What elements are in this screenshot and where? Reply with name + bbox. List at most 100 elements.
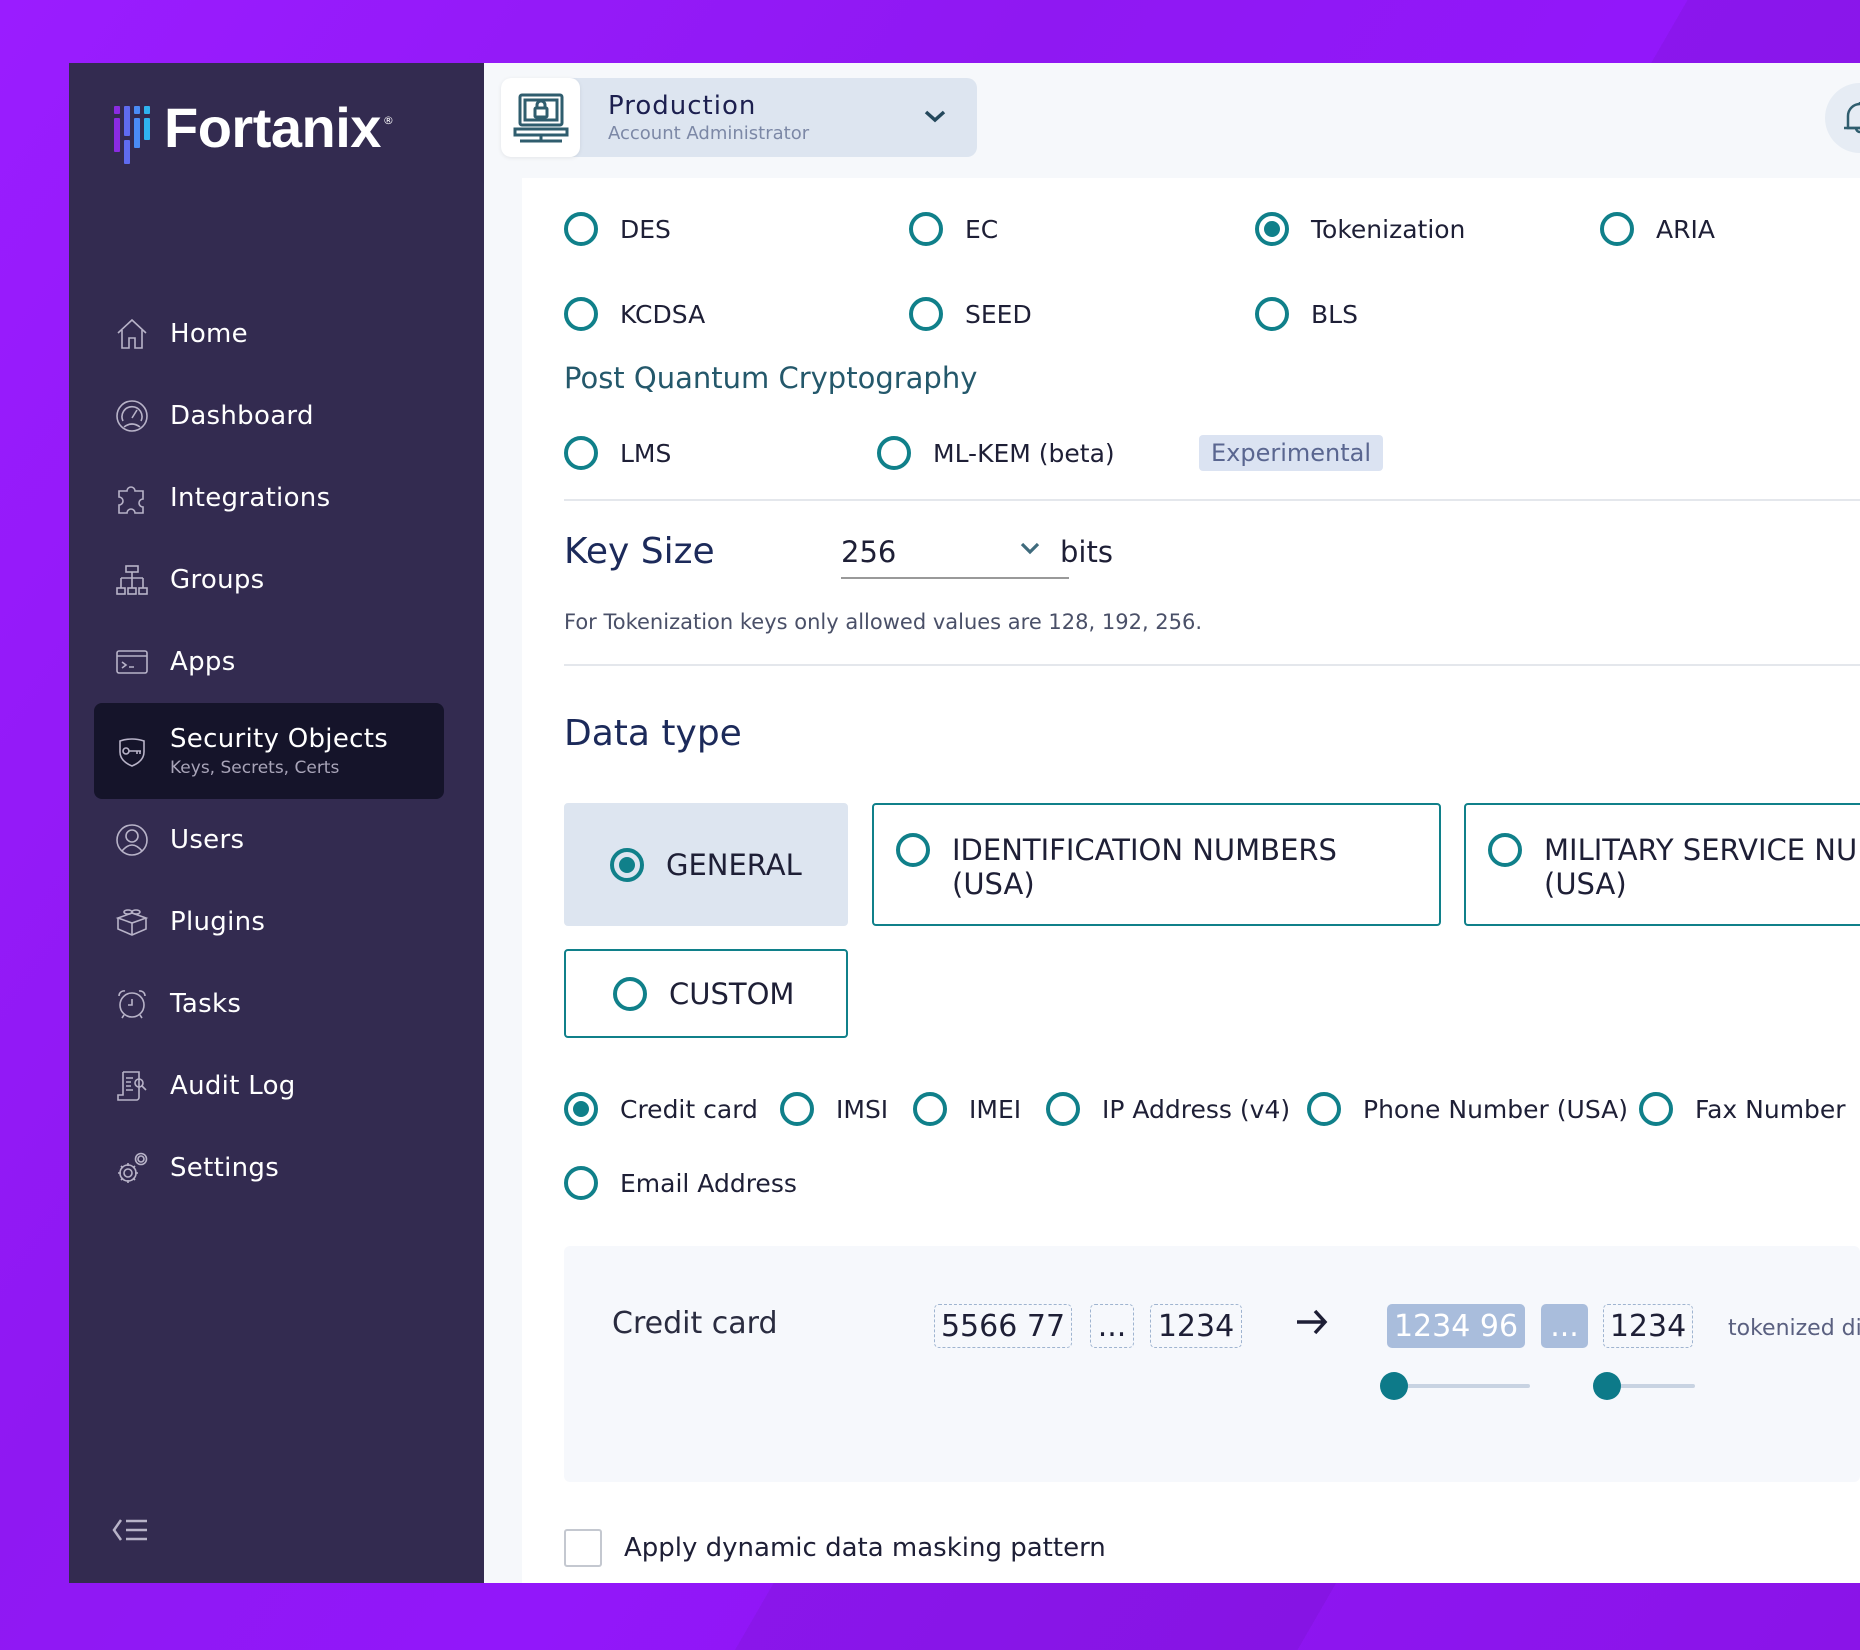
slider-thumb[interactable] [1593, 1372, 1621, 1400]
user-circle-icon [114, 822, 150, 858]
radio-icon [564, 297, 598, 331]
radio-icon [564, 436, 598, 470]
radio-icon [896, 833, 930, 867]
sidebar-item-label: Settings [170, 1153, 280, 1183]
key-type-radio-aria[interactable]: ARIA [1600, 212, 1715, 246]
collapse-sidebar-icon [112, 1519, 147, 1541]
gears-icon [114, 1150, 150, 1186]
sidebar-item-label: Dashboard [170, 401, 314, 431]
sidebar-item-label: Security Objects [170, 724, 389, 754]
key-type-radio-ec[interactable]: EC [909, 212, 998, 246]
format-radio-imei[interactable]: IMEI [913, 1092, 1021, 1126]
format-radio-email-address[interactable]: Email Address [564, 1166, 797, 1200]
radio-icon [1639, 1092, 1673, 1126]
data-type-card-general[interactable]: GENERAL [564, 803, 848, 926]
radio-icon [909, 212, 943, 246]
sidebar-item-home[interactable]: Home [94, 293, 444, 375]
divider [564, 499, 1860, 501]
terminal-window-icon [114, 644, 150, 680]
sidebar-item-dashboard[interactable]: Dashboard [94, 375, 444, 457]
registered-mark: ® [382, 114, 394, 127]
sidebar: Fortanix ® Home Dashboard Integrations G… [69, 63, 484, 1583]
notifications-button[interactable] [1825, 83, 1860, 153]
sidebar-item-groups[interactable]: Groups [94, 539, 444, 621]
divider [564, 664, 1860, 666]
key-type-radio-tokenization[interactable]: Tokenization [1255, 212, 1465, 246]
key-type-radio-seed[interactable]: SEED [909, 297, 1032, 331]
prefix-digits-slider[interactable] [1380, 1371, 1530, 1401]
pqc-radio-lms[interactable]: LMS [564, 436, 671, 470]
key-size-select[interactable]: 256 [841, 527, 1069, 579]
radio-icon [877, 436, 911, 470]
key-size-hint: For Tokenization keys only allowed value… [564, 610, 1203, 634]
tokenized-digits-note: tokenized dig [1728, 1316, 1860, 1341]
output-segment-prefix: 1234 96 [1387, 1304, 1525, 1348]
key-size-value: 256 [841, 535, 897, 569]
format-radio-credit-card[interactable]: Credit card [564, 1092, 758, 1126]
radio-icon [1046, 1092, 1080, 1126]
input-segment-ellipsis: ... [1090, 1304, 1134, 1348]
radio-icon [1255, 297, 1289, 331]
sidebar-item-users[interactable]: Users [94, 799, 444, 881]
radio-selected-icon [610, 847, 644, 882]
key-type-radio-bls[interactable]: BLS [1255, 297, 1358, 331]
create-key-form: DES EC Tokenization ARIA KCDSA SEED BLS … [522, 178, 1860, 1583]
sidebar-item-apps[interactable]: Apps [94, 621, 444, 703]
input-segment-prefix: 5566 77 [934, 1304, 1072, 1348]
bell-icon [1844, 102, 1860, 134]
sidebar-item-integrations[interactable]: Integrations [94, 457, 444, 539]
sidebar-item-label: Tasks [170, 989, 242, 1019]
output-segment-ellipsis: ... [1541, 1304, 1588, 1348]
format-radio-ip-address[interactable]: IP Address (v4) [1046, 1092, 1290, 1126]
key-type-radio-des[interactable]: DES [564, 212, 671, 246]
sidebar-item-security-objects[interactable]: Security Objects Keys, Secrets, Certs [94, 703, 444, 799]
alarm-clock-icon [114, 986, 150, 1022]
account-role: Account Administrator [608, 123, 810, 144]
content-gutter [484, 178, 522, 1583]
pqc-radio-ml-kem[interactable]: ML-KEM (beta) [877, 436, 1115, 470]
key-size-label: Key Size [564, 531, 715, 572]
radio-icon [1307, 1092, 1341, 1126]
sidebar-item-tasks[interactable]: Tasks [94, 963, 444, 1045]
radio-selected-icon [564, 1092, 598, 1126]
suffix-digits-slider[interactable] [1593, 1371, 1695, 1401]
chevron-down-icon [1019, 539, 1041, 561]
top-header: Production Account Administrator [484, 63, 1860, 178]
data-type-card-custom[interactable]: CUSTOM [564, 949, 848, 1038]
sidebar-item-label: Plugins [170, 907, 266, 937]
chevron-down-icon [923, 106, 947, 126]
radio-icon [909, 297, 943, 331]
format-radio-fax-number[interactable]: Fax Number [1639, 1092, 1846, 1126]
dashboard-gauge-icon [114, 398, 150, 434]
slider-track [1390, 1384, 1530, 1388]
fortanix-logo: Fortanix ® [114, 95, 394, 164]
radio-icon [780, 1092, 814, 1126]
puzzle-icon [114, 480, 150, 516]
sidebar-item-plugins[interactable]: Plugins [94, 881, 444, 963]
sidebar-nav: Home Dashboard Integrations Groups Apps [94, 293, 444, 1209]
shield-key-icon [114, 733, 150, 769]
preview-label: Credit card [612, 1306, 778, 1341]
data-type-card-identification-numbers[interactable]: IDENTIFICATION NUMBERS (USA) [872, 803, 1441, 926]
format-radio-phone-number[interactable]: Phone Number (USA) [1307, 1092, 1628, 1126]
slider-thumb[interactable] [1380, 1372, 1408, 1400]
sidebar-item-label: Groups [170, 565, 265, 595]
pqc-section-title: Post Quantum Cryptography [564, 361, 978, 395]
data-type-title: Data type [564, 713, 742, 754]
sidebar-item-label: Audit Log [170, 1071, 296, 1101]
home-icon [114, 316, 150, 352]
collapse-sidebar-button[interactable] [111, 1515, 151, 1545]
output-segment-suffix: 1234 [1603, 1304, 1693, 1348]
radio-icon [1600, 212, 1634, 246]
dynamic-masking-checkbox[interactable]: Apply dynamic data masking pattern [564, 1529, 1106, 1567]
checkbox-icon [564, 1529, 602, 1567]
data-type-card-military-service-numbers[interactable]: MILITARY SERVICE NUM (USA) [1464, 803, 1860, 926]
format-radio-imsi[interactable]: IMSI [780, 1092, 888, 1126]
account-switcher[interactable]: Production Account Administrator [501, 78, 977, 157]
sidebar-item-audit-log[interactable]: Audit Log [94, 1045, 444, 1127]
key-type-radio-kcdsa[interactable]: KCDSA [564, 297, 705, 331]
brick-icon [114, 904, 150, 940]
sidebar-item-settings[interactable]: Settings [94, 1127, 444, 1209]
laptop-lock-icon [501, 78, 580, 157]
hierarchy-icon [114, 562, 150, 598]
